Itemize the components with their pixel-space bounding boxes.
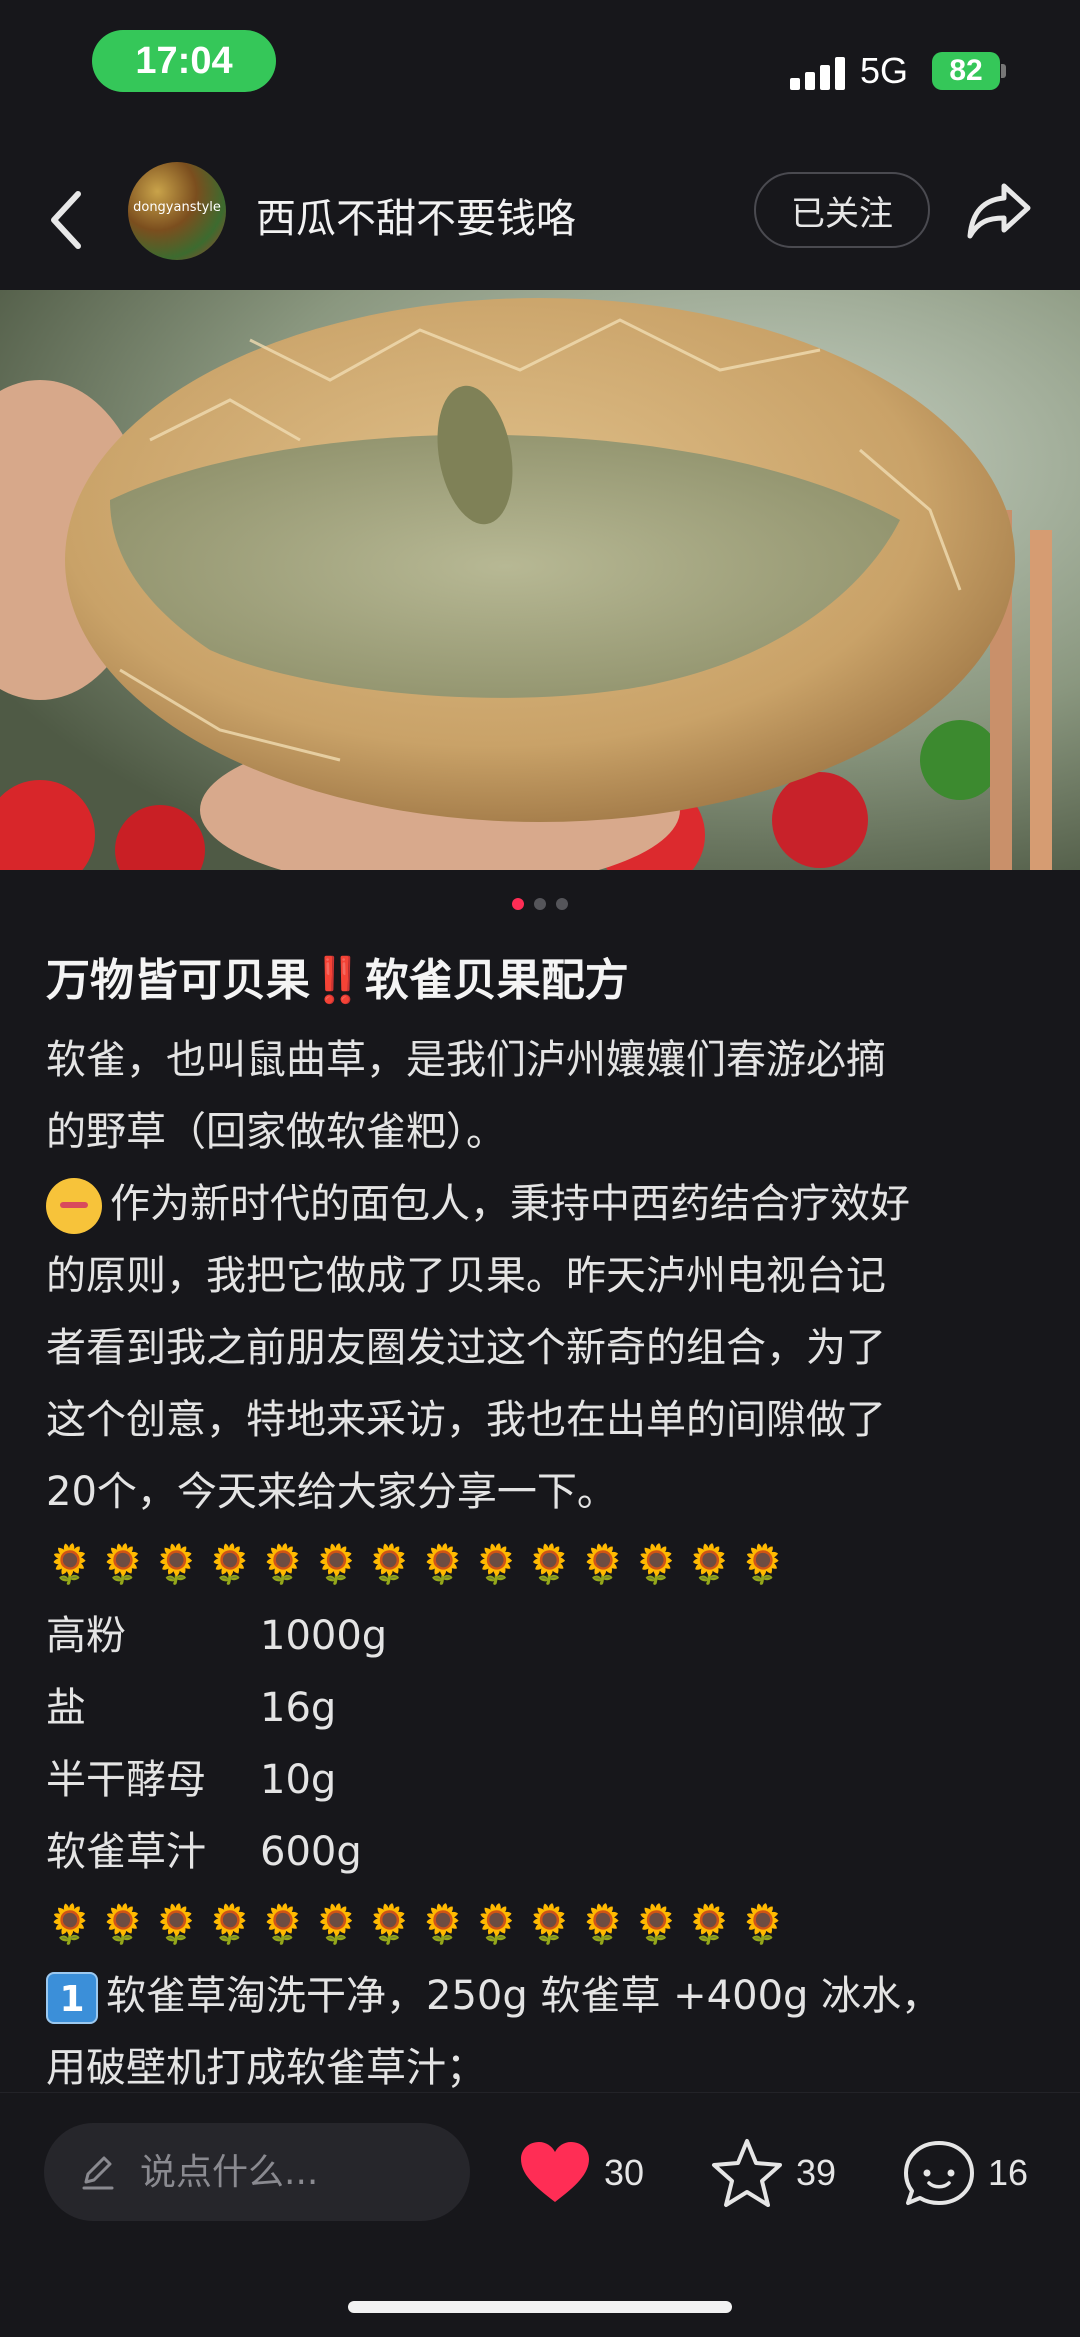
battery-icon: 82 [932, 52, 1000, 90]
post-text-line: 的原则，我把它做成了贝果。昨天泸州电视台记 [46, 1253, 886, 1299]
bagel-photo [0, 290, 1080, 870]
step-text: 软雀草淘洗干净，250g 软雀草 +400g 冰水， [106, 1973, 942, 2019]
step-line: 用破壁机打成软雀草汁； [46, 2045, 486, 2090]
follow-button[interactable]: 已关注 [754, 172, 930, 248]
post-text: 作为新时代的面包人，秉持中西药结合疗效好 [110, 1181, 910, 1227]
ingredient-amount: 1000g [260, 1613, 388, 1659]
comment-input[interactable] [140, 2151, 440, 2193]
sunflower-divider: 🌻🌻🌻🌻🌻🌻🌻🌻🌻🌻🌻🌻🌻🌻 [46, 1902, 793, 1946]
back-button[interactable] [40, 180, 100, 260]
avatar[interactable]: dongyanstyle [128, 162, 226, 260]
party-face-icon [46, 1178, 102, 1234]
ingredient-amount: 600g [260, 1829, 362, 1875]
step-number-badge: 1 [46, 1972, 98, 2024]
post-title: 万物皆可贝果‼️软雀贝果配方 [46, 955, 629, 1006]
ingredient-name: 半干酵母 [46, 1757, 206, 1803]
carousel-indicator [0, 898, 1080, 910]
post-text-line: 软雀，也叫鼠曲草，是我们泸州孃孃们春游必摘 [46, 1037, 886, 1083]
share-icon [967, 183, 1031, 239]
network-type: 5G [860, 50, 909, 91]
chevron-left-icon [51, 191, 81, 249]
post-text-line-emoji: 作为新时代的面包人，秉持中西药结合疗效好 [46, 1168, 1046, 1240]
comment-input-box[interactable] [44, 2123, 470, 2221]
comment-count: 16 [988, 2152, 1029, 2193]
ingredient-row: 软雀草汁 600g [46, 1816, 1046, 1888]
carousel-dot-2 [534, 898, 546, 910]
ingredient-amount: 10g [260, 1757, 337, 1803]
battery-level: 82 [949, 54, 983, 87]
heart-icon [521, 2142, 589, 2202]
star-count: 39 [796, 2152, 837, 2193]
status-time: 17:04 [92, 30, 276, 92]
post-text-line: 这个创意，特地来采访，我也在出单的间隙做了 [46, 1397, 886, 1443]
status-bar: 17:04 5G 82 [0, 0, 1080, 130]
share-button[interactable] [966, 180, 1032, 240]
ingredient-row: 盐 16g [46, 1672, 1046, 1744]
collect-button[interactable]: 39 [710, 2133, 836, 2213]
ingredient-amount: 16g [260, 1685, 337, 1731]
post-image[interactable] [0, 290, 1080, 870]
ingredient-name: 高粉 [46, 1613, 126, 1659]
signal-icon [790, 56, 846, 90]
pencil-icon [82, 2156, 114, 2190]
carousel-dot-1 [512, 898, 524, 910]
avatar-text: dongyanstyle [133, 200, 221, 215]
star-icon [712, 2139, 782, 2207]
ingredient-name: 盐 [46, 1685, 86, 1731]
bottom-action-bar: 30 39 16 [0, 2092, 1080, 2337]
like-button[interactable]: 30 [518, 2133, 644, 2213]
comment-button[interactable]: 16 [902, 2133, 1028, 2213]
home-indicator[interactable] [348, 2301, 732, 2313]
comment-icon [904, 2141, 974, 2205]
carousel-dot-3 [556, 898, 568, 910]
post-content: 万物皆可贝果‼️软雀贝果配方 软雀，也叫鼠曲草，是我们泸州孃孃们春游必摘 的野草… [46, 940, 1046, 2090]
step-line: 1 软雀草淘洗干净，250g 软雀草 +400g 冰水， [46, 1960, 1046, 2032]
sunflower-divider: 🌻🌻🌻🌻🌻🌻🌻🌻🌻🌻🌻🌻🌻🌻 [46, 1542, 793, 1586]
author-name[interactable]: 西瓜不甜不要钱咯 [256, 186, 576, 244]
battery-cap [1001, 64, 1006, 78]
post-header: dongyanstyle 西瓜不甜不要钱咯 已关注 [0, 150, 1080, 290]
like-count: 30 [604, 2152, 645, 2193]
post-text-line: 的野草（回家做软雀粑）。 [46, 1109, 506, 1155]
ingredient-row: 半干酵母 10g [46, 1744, 1046, 1816]
post-text-line: 20个，今天来给大家分享一下。 [46, 1469, 617, 1515]
ingredient-name: 软雀草汁 [46, 1829, 206, 1875]
ingredient-row: 高粉 1000g [46, 1600, 1046, 1672]
post-text-line: 者看到我之前朋友圈发过这个新奇的组合，为了 [46, 1325, 886, 1371]
